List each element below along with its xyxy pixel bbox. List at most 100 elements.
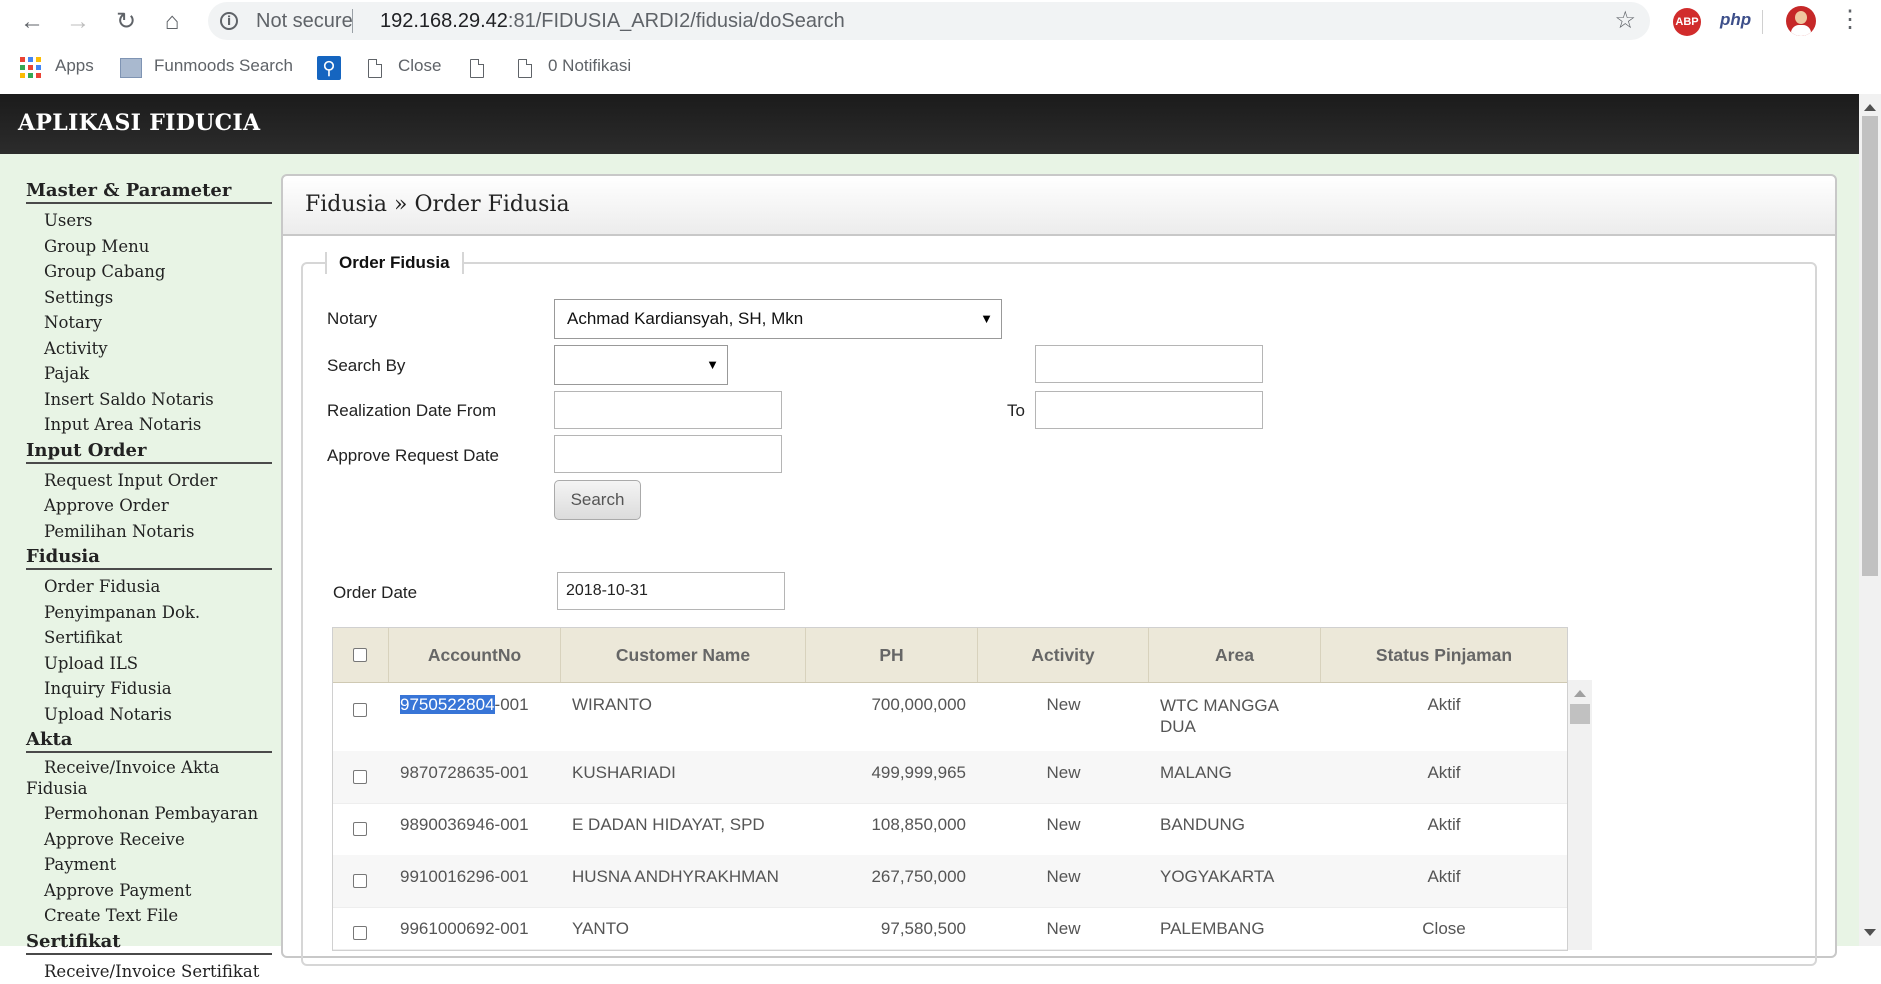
- column-header-customer-name[interactable]: Customer Name: [561, 628, 806, 682]
- activity-cell: New: [978, 815, 1149, 835]
- sidebar-item-receive-invoice-sertifikat[interactable]: Receive/Invoice Sertifikat: [26, 959, 272, 984]
- scroll-up-arrow-icon[interactable]: [1864, 104, 1876, 111]
- sidebar-item-input-area-notaris[interactable]: Input Area Notaris: [26, 412, 272, 438]
- sidebar-section-master: Master & Parameter: [26, 180, 272, 204]
- status-cell: Aktif: [1321, 867, 1567, 887]
- table-scrollbar[interactable]: [1568, 680, 1592, 950]
- table-row[interactable]: 9910016296-001 HUSNA ANDHYRAKHMAN 267,75…: [333, 855, 1567, 908]
- back-arrow-icon[interactable]: ←: [18, 8, 46, 36]
- table-row[interactable]: 9750522804-001 WIRANTO 700,000,000 New W…: [333, 683, 1567, 752]
- browser-toolbar: ← → ↻ ⌂ i Not secure 192.168.29.42:81/FI…: [0, 0, 1881, 44]
- table-scroll-thumb[interactable]: [1570, 704, 1590, 724]
- account-no-cell: 9750522804-001: [400, 695, 529, 715]
- table-row[interactable]: 9961000692-001 YANTO 97,580,500 New PALE…: [333, 907, 1567, 950]
- sidebar-item-users[interactable]: Users: [26, 208, 272, 234]
- sidebar-item-order-fidusia[interactable]: Order Fidusia: [26, 574, 272, 600]
- bookmark-apps[interactable]: Apps: [55, 56, 94, 76]
- page-scrollbar[interactable]: [1859, 94, 1881, 946]
- sidebar-item-request-input-order[interactable]: Request Input Order: [26, 468, 272, 494]
- sidebar-item-upload-ils[interactable]: Upload ILS: [26, 651, 272, 677]
- sidebar-section-akta: Akta: [26, 729, 272, 753]
- breadcrumb: Fidusia » Order Fidusia: [305, 192, 570, 217]
- page-icon[interactable]: [470, 59, 484, 78]
- column-header-accountno[interactable]: AccountNo: [389, 628, 561, 682]
- search-value-input[interactable]: [1035, 345, 1263, 383]
- search-by-select[interactable]: ▼: [554, 345, 728, 385]
- row-checkbox[interactable]: [353, 926, 367, 940]
- column-header-ph[interactable]: PH: [806, 628, 978, 682]
- sidebar-item-group-cabang[interactable]: Group Cabang: [26, 259, 272, 285]
- home-icon[interactable]: ⌂: [158, 8, 186, 36]
- column-header-status-pinjaman[interactable]: Status Pinjaman: [1321, 628, 1567, 682]
- row-checkbox[interactable]: [353, 703, 367, 717]
- realization-date-from-input[interactable]: [554, 391, 782, 429]
- row-checkbox[interactable]: [353, 822, 367, 836]
- search-bookmark-icon[interactable]: ⚲: [317, 56, 341, 80]
- panel-header: Fidusia » Order Fidusia: [283, 176, 1835, 236]
- sidebar-item-approve-receive[interactable]: Approve Receive: [26, 827, 272, 853]
- bookmark-notifikasi[interactable]: 0 Notifikasi: [548, 56, 631, 76]
- reload-icon[interactable]: ↻: [112, 8, 140, 36]
- sidebar-item-create-text-file[interactable]: Create Text File: [26, 903, 272, 929]
- row-checkbox[interactable]: [353, 874, 367, 888]
- funmoods-icon[interactable]: [120, 58, 142, 78]
- sidebar-item-pajak[interactable]: Pajak: [26, 361, 272, 387]
- address-bar[interactable]: i Not secure 192.168.29.42:81/FIDUSIA_AR…: [208, 2, 1650, 40]
- notary-select[interactable]: Achmad Kardiansyah, SH, Mkn ▼: [554, 299, 1002, 339]
- page-scroll-thumb[interactable]: [1862, 116, 1878, 576]
- info-icon[interactable]: i: [220, 12, 238, 30]
- status-cell: Aktif: [1321, 815, 1567, 835]
- browser-menu-icon[interactable]: ⋮: [1838, 6, 1862, 34]
- scroll-down-arrow-icon[interactable]: [1864, 929, 1876, 936]
- sidebar-item-payment[interactable]: Payment: [26, 852, 272, 878]
- bookmark-funmoods-search[interactable]: Funmoods Search: [154, 56, 293, 76]
- realization-date-label: Realization Date From: [327, 401, 496, 421]
- bookmark-close[interactable]: Close: [398, 56, 441, 76]
- ph-cell: 267,750,000: [806, 867, 966, 887]
- apps-grid-icon[interactable]: [20, 57, 42, 79]
- notary-label: Notary: [327, 309, 377, 329]
- forward-arrow-icon[interactable]: →: [64, 8, 92, 36]
- customer-name-cell: HUSNA ANDHYRAKHMAN: [572, 867, 779, 887]
- table-row[interactable]: 9890036946-001 E DADAN HIDAYAT, SPD 108,…: [333, 803, 1567, 856]
- url-path: :81/FIDUSIA_ARDI2/fidusia/doSearch: [508, 10, 845, 32]
- sidebar-item-insert-saldo-notaris[interactable]: Insert Saldo Notaris: [26, 387, 272, 413]
- row-checkbox[interactable]: [353, 770, 367, 784]
- column-header-activity[interactable]: Activity: [978, 628, 1149, 682]
- sidebar-item-receive-invoice-akta[interactable]: Receive/Invoice Akta Fidusia: [26, 757, 272, 799]
- area-cell: BANDUNG: [1160, 815, 1245, 835]
- sidebar-item-permohonan-pembayaran[interactable]: Permohonan Pembayaran: [26, 801, 272, 827]
- account-no-cell: 9890036946-001: [400, 815, 529, 835]
- approve-request-date-label: Approve Request Date: [327, 446, 499, 466]
- select-all-checkbox[interactable]: [353, 648, 367, 662]
- sidebar-item-pemilihan-notaris[interactable]: Pemilihan Notaris: [26, 519, 272, 545]
- sidebar-item-inquiry-fidusia[interactable]: Inquiry Fidusia: [26, 676, 272, 702]
- sidebar-item-approve-payment[interactable]: Approve Payment: [26, 878, 272, 904]
- sidebar-item-activity[interactable]: Activity: [26, 336, 272, 362]
- adblock-extension-icon[interactable]: ABP: [1673, 8, 1701, 36]
- sidebar-item-notary[interactable]: Notary: [26, 310, 272, 336]
- not-secure-label[interactable]: Not secure: [256, 10, 353, 33]
- php-extension-icon[interactable]: php: [1720, 10, 1751, 30]
- sidebar-item-group-menu[interactable]: Group Menu: [26, 234, 272, 260]
- bookmark-star-icon[interactable]: ☆: [1614, 6, 1636, 35]
- sidebar-item-penyimpanan-dok[interactable]: Penyimpanan Dok. Sertifikat: [26, 600, 272, 651]
- approve-request-date-input[interactable]: [554, 435, 782, 473]
- url-text[interactable]: 192.168.29.42:81/FIDUSIA_ARDI2/fidusia/d…: [380, 10, 845, 33]
- profile-avatar[interactable]: [1786, 6, 1816, 36]
- scroll-up-arrow-icon[interactable]: [1574, 690, 1586, 697]
- search-button[interactable]: Search: [554, 480, 641, 520]
- column-header-area[interactable]: Area: [1149, 628, 1321, 682]
- ph-cell: 700,000,000: [806, 695, 966, 715]
- sidebar-section-sertifikat: Sertifikat: [26, 931, 272, 955]
- sidebar-section-fidusia: Fidusia: [26, 546, 272, 570]
- realization-date-to-input[interactable]: [1035, 391, 1263, 429]
- sidebar-item-approve-order[interactable]: Approve Order: [26, 493, 272, 519]
- table-row[interactable]: 9870728635-001 KUSHARIADI 499,999,965 Ne…: [333, 751, 1567, 804]
- page-icon[interactable]: [518, 59, 532, 78]
- sidebar-item-upload-notaris[interactable]: Upload Notaris: [26, 702, 272, 728]
- order-date-input[interactable]: 2018-10-31: [557, 572, 785, 610]
- page-icon[interactable]: [368, 59, 382, 78]
- customer-name-cell: WIRANTO: [572, 695, 652, 715]
- sidebar-item-settings[interactable]: Settings: [26, 285, 272, 311]
